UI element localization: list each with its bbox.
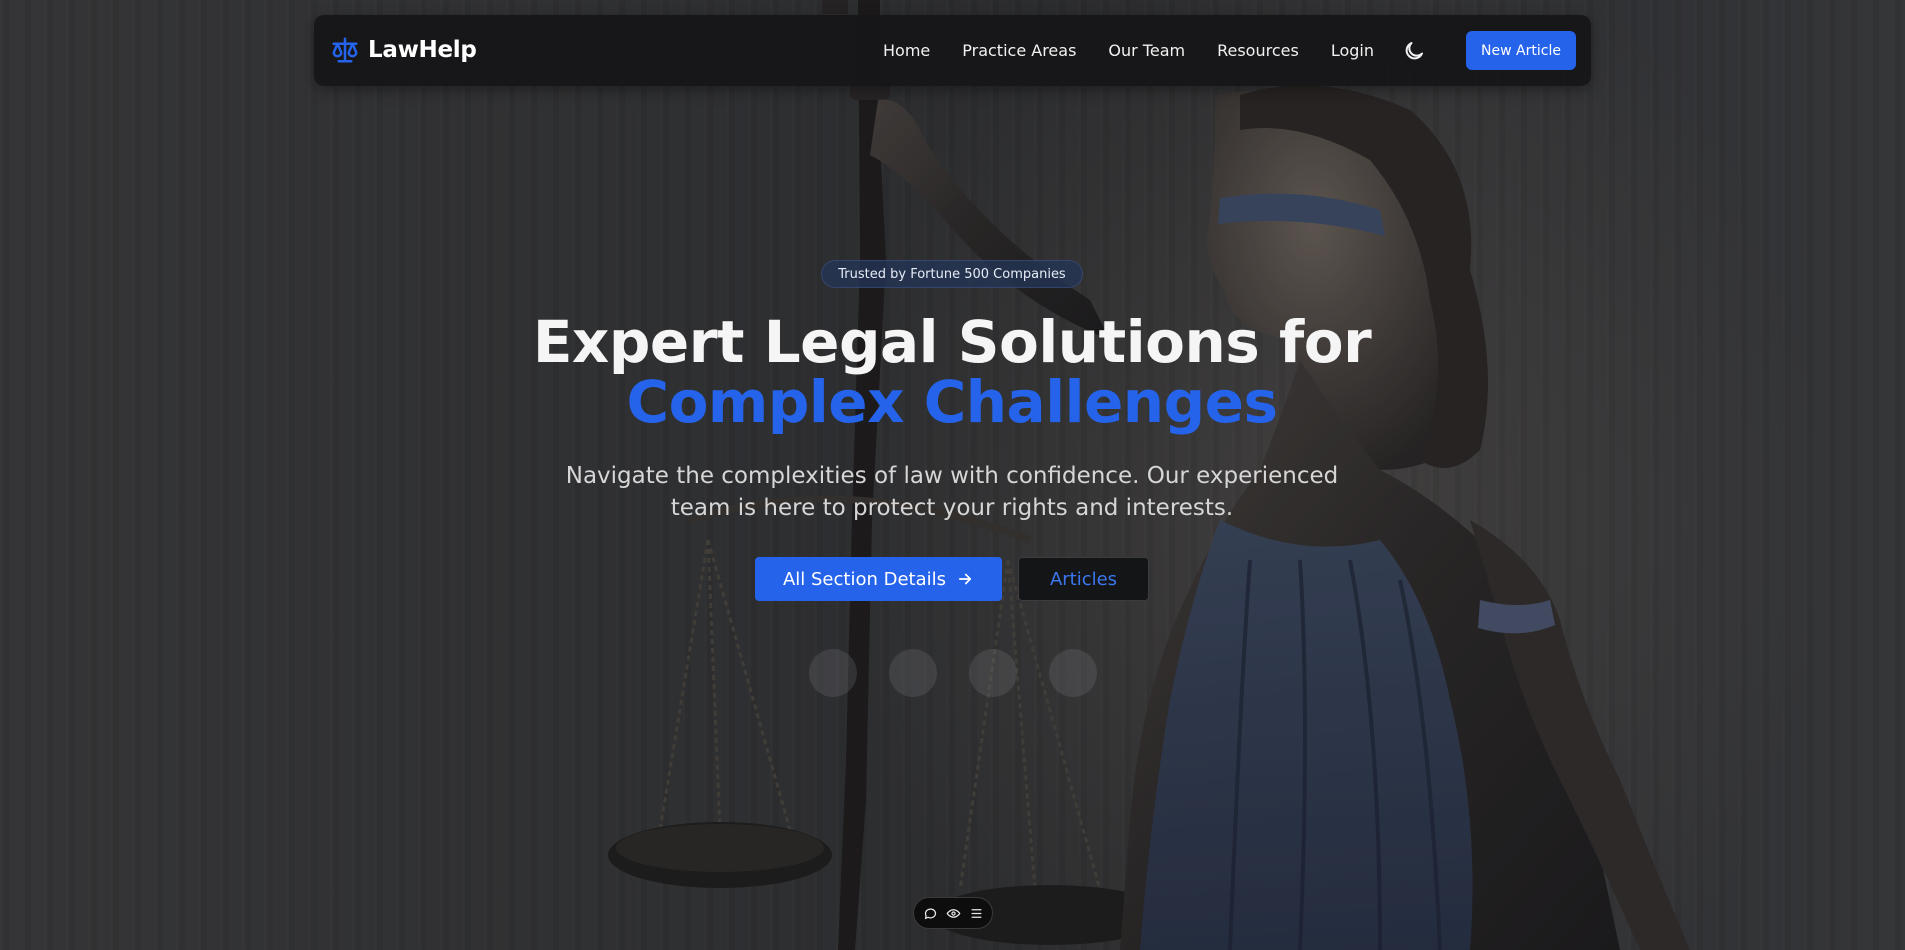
nav-link-home[interactable]: Home — [883, 41, 930, 60]
primary-button-label: All Section Details — [782, 568, 947, 590]
hero-subtitle: Navigate the complexities of law with co… — [565, 463, 1339, 521]
articles-button[interactable]: Articles — [1018, 557, 1149, 601]
scales-icon — [332, 37, 358, 63]
headline-line-1: Expert Legal Solutions for — [532, 308, 1372, 376]
all-section-details-button[interactable]: All Section Details — [755, 557, 1002, 601]
carousel-dot-2[interactable] — [889, 649, 937, 697]
nav-link-login[interactable]: Login — [1331, 41, 1374, 60]
nav-link-resources[interactable]: Resources — [1217, 41, 1299, 60]
moon-icon[interactable] — [1402, 39, 1426, 63]
menu-icon[interactable] — [969, 906, 984, 921]
top-navbar: LawHelp Home Practice Areas Our Team Res… — [314, 15, 1591, 86]
nav-links: Home Practice Areas Our Team Resources L… — [883, 15, 1406, 86]
new-article-button[interactable]: New Article — [1466, 31, 1576, 70]
carousel-dot-3[interactable] — [969, 649, 1017, 697]
carousel-dot-1[interactable] — [809, 649, 857, 697]
nav-link-our-team[interactable]: Our Team — [1108, 41, 1185, 60]
carousel-dot-4[interactable] — [1049, 649, 1097, 697]
trust-badge: Trusted by Fortune 500 Companies — [821, 260, 1083, 288]
hero-section: LawHelp Home Practice Areas Our Team Res… — [0, 0, 1905, 950]
comment-icon[interactable] — [923, 906, 938, 921]
nav-link-practice-areas[interactable]: Practice Areas — [962, 41, 1076, 60]
brand-name: LawHelp — [368, 37, 477, 63]
floating-toolbar — [913, 897, 993, 929]
arrow-right-icon — [958, 573, 972, 585]
hero-headline: Expert Legal Solutions for Complex Chall… — [452, 312, 1452, 432]
brand-logo[interactable]: LawHelp — [330, 35, 477, 65]
eye-icon[interactable] — [946, 906, 961, 921]
headline-line-2: Complex Challenges — [626, 368, 1278, 436]
